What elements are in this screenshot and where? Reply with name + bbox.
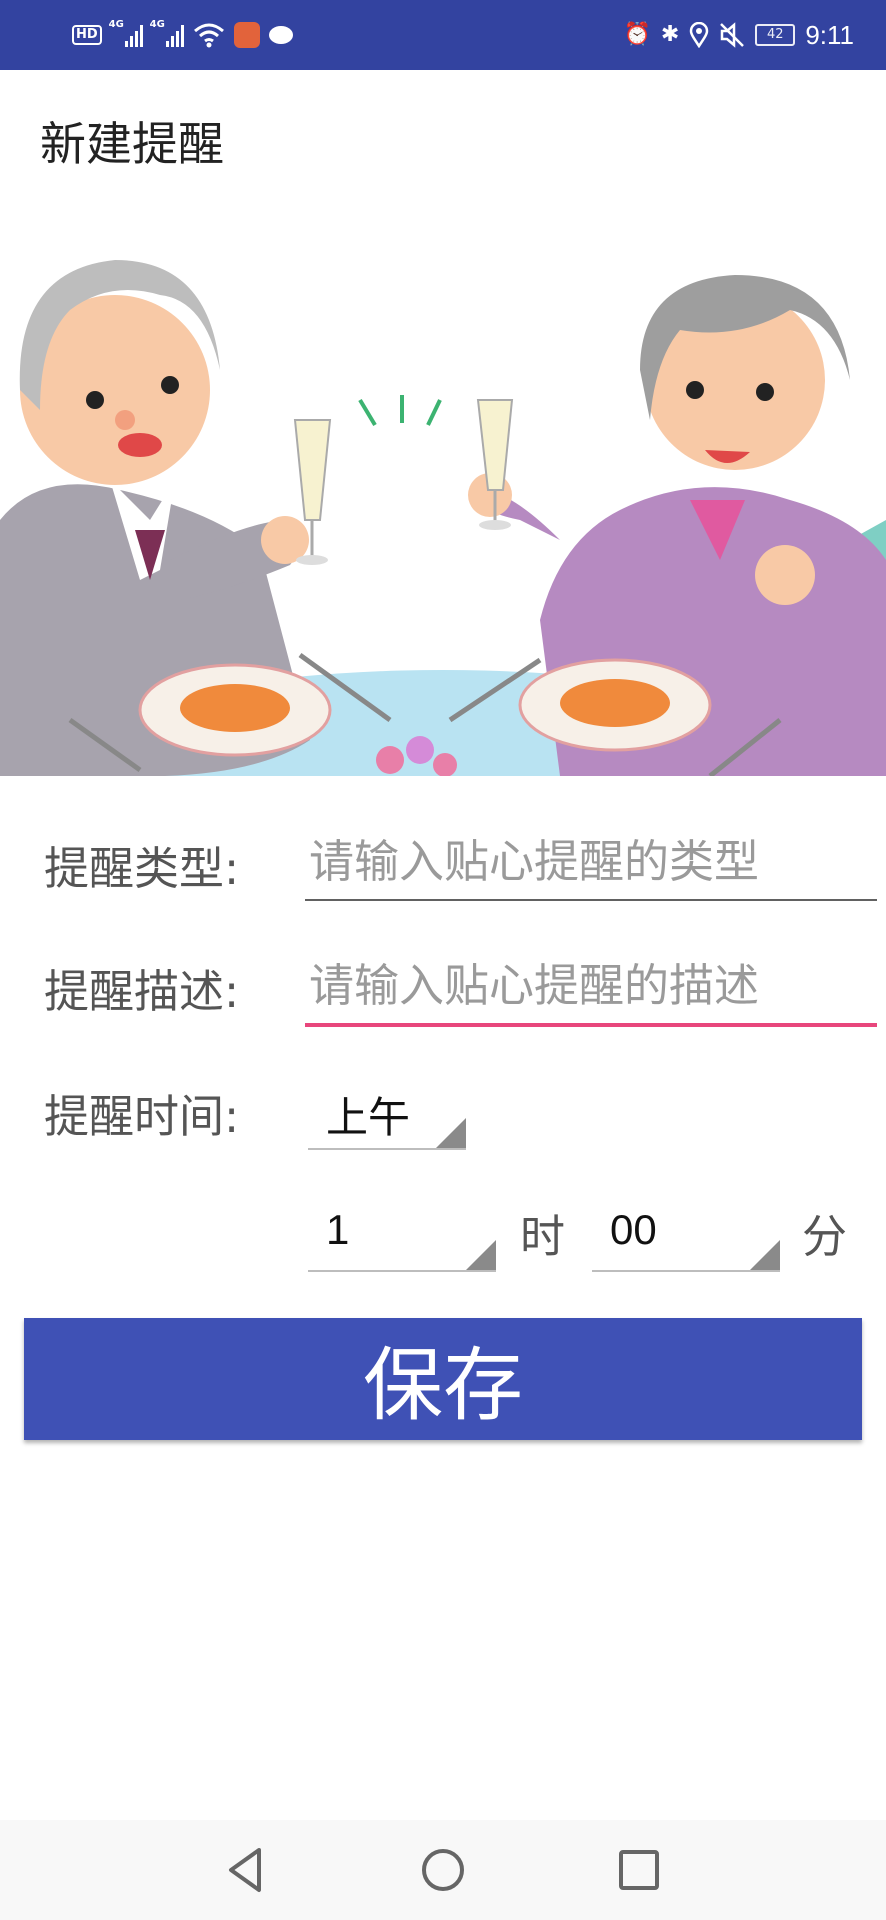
status-bar: HD 4G 4G ⏰ ✱ 42 9:11 bbox=[0, 0, 886, 70]
chat-icon bbox=[268, 26, 293, 44]
elderly-couple-dining-illustration bbox=[0, 220, 886, 776]
description-label: 提醒描述: bbox=[44, 965, 240, 1018]
page-title: 新建提醒 bbox=[40, 117, 224, 171]
app-notification-icon bbox=[233, 22, 260, 48]
type-input[interactable] bbox=[305, 826, 883, 896]
hour-spinner[interactable]: 1 bbox=[308, 1198, 496, 1272]
description-input[interactable] bbox=[305, 950, 883, 1020]
network-type-label: 4G bbox=[149, 19, 165, 30]
dropdown-arrow-icon bbox=[466, 1240, 496, 1270]
ampm-value: 上午 bbox=[326, 1094, 411, 1141]
wifi-icon bbox=[193, 23, 224, 48]
navigation-bar bbox=[0, 1820, 886, 1920]
minute-value: 00 bbox=[610, 1206, 657, 1253]
hd-icon: HD bbox=[72, 25, 102, 45]
bluetooth-icon: ✱ bbox=[660, 22, 680, 47]
status-right-icons: ⏰ ✱ 42 9:11 bbox=[623, 18, 854, 52]
save-button[interactable]: 保存 bbox=[24, 1318, 862, 1440]
status-left-icons: HD 4G 4G bbox=[72, 18, 293, 52]
dropdown-arrow-icon bbox=[436, 1118, 466, 1148]
ampm-spinner-underline bbox=[308, 1148, 466, 1150]
minute-unit: 分 bbox=[802, 1210, 848, 1263]
alarm-icon: ⏰ bbox=[623, 22, 651, 47]
battery-icon: 42 bbox=[755, 24, 796, 46]
description-input-underline-focused bbox=[305, 1023, 877, 1027]
minute-spinner-underline bbox=[592, 1270, 780, 1272]
signal-4g-icon: 4G bbox=[150, 19, 184, 47]
recents-icon[interactable] bbox=[611, 1842, 667, 1898]
mute-icon bbox=[720, 22, 745, 48]
status-time: 9:11 bbox=[805, 19, 854, 50]
minute-spinner[interactable]: 00 bbox=[592, 1198, 780, 1272]
ampm-spinner[interactable]: 上午 bbox=[308, 1076, 466, 1150]
hour-value: 1 bbox=[326, 1206, 350, 1253]
home-icon[interactable] bbox=[415, 1842, 471, 1898]
type-input-underline bbox=[305, 899, 877, 901]
network-type-label: 4G bbox=[108, 19, 124, 30]
hour-unit: 时 bbox=[520, 1210, 566, 1263]
signal-4g-icon: 4G bbox=[109, 19, 143, 47]
type-label: 提醒类型: bbox=[44, 842, 240, 895]
back-icon[interactable] bbox=[219, 1842, 275, 1898]
location-icon bbox=[690, 22, 709, 48]
time-label: 提醒时间: bbox=[44, 1090, 240, 1143]
dropdown-arrow-icon bbox=[750, 1240, 780, 1270]
hour-spinner-underline bbox=[308, 1270, 496, 1272]
